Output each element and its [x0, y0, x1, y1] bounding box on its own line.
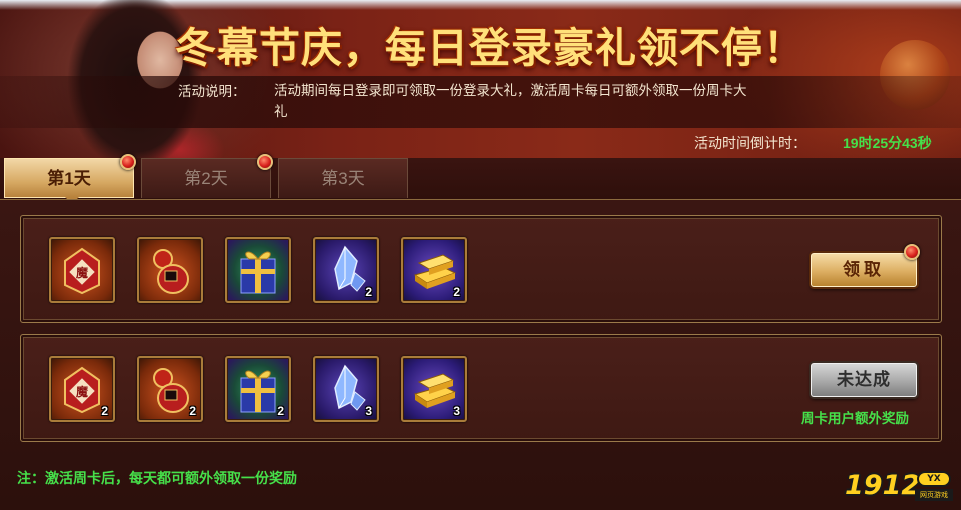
item-count: 2 [453, 285, 460, 299]
svg-text:魔: 魔 [76, 265, 89, 280]
reward-slot[interactable]: 2 [225, 356, 291, 422]
reward-slot[interactable] [137, 237, 203, 303]
svg-text:魔: 魔 [76, 384, 89, 399]
notification-dot-icon [257, 154, 273, 170]
item-count: 2 [189, 404, 196, 418]
notification-dot-icon [120, 154, 136, 170]
reward-slot[interactable]: 魔 2 [49, 356, 115, 422]
tab-day-2[interactable]: 第2天 [141, 158, 271, 198]
rewards-panel: 魔 2 2 领取 魔 2 2 2 3 3 未达成 周卡用户额外奖励 [0, 199, 961, 510]
notification-dot-icon [904, 244, 920, 260]
weekly-card-note: 周卡用户额外奖励 [801, 411, 909, 426]
countdown-timer: 19时25分43秒 [843, 135, 932, 151]
site-logo: 1912 YX 网页游戏 [845, 470, 955, 504]
reward-slot[interactable]: 2 [137, 356, 203, 422]
item-count: 2 [277, 404, 284, 418]
item-count: 3 [453, 404, 460, 418]
logo-badge: YX [917, 471, 951, 487]
tab-label: 第2天 [184, 169, 228, 188]
reward-slot[interactable]: 3 [401, 356, 467, 422]
item-count: 3 [365, 404, 372, 418]
countdown-label: 活动时间倒计时： [694, 135, 806, 151]
tab-label: 第3天 [321, 169, 365, 188]
reward-slot[interactable] [225, 237, 291, 303]
footnote: 注：激活周卡后，每天都可额外领取一份奖励 [17, 470, 297, 486]
daily-reward-row: 魔 2 2 领取 [20, 215, 942, 323]
event-title: 冬幕节庆，每日登录豪礼领不停！ [175, 24, 805, 72]
tab-day-1[interactable]: 第1天 [4, 158, 134, 204]
tab-day-3[interactable]: 第3天 [278, 158, 408, 198]
weekly-card-reward-row: 魔 2 2 2 3 3 未达成 周卡用户额外奖励 [20, 334, 942, 442]
event-banner: 冬幕节庆，每日登录豪礼领不停！ 活动说明： 活动期间每日登录即可领取一份登录大礼… [0, 0, 961, 158]
red-gourd-bag-icon [153, 249, 189, 294]
blue-gift-box-icon [240, 251, 276, 294]
reward-slot[interactable]: 3 [313, 356, 379, 422]
claim-button[interactable]: 领取 [811, 253, 917, 287]
description-text: 活动期间每日登录即可领取一份登录大礼，激活周卡每日可额外领取一份周卡大礼 [274, 83, 747, 119]
reward-slot[interactable]: 2 [401, 237, 467, 303]
item-count: 2 [365, 285, 372, 299]
reward-slot[interactable]: 2 [313, 237, 379, 303]
item-count: 2 [101, 404, 108, 418]
tab-label: 第1天 [47, 169, 91, 188]
logo-text: 1912 [845, 470, 921, 501]
reward-slot[interactable]: 魔 [49, 237, 115, 303]
not-achieved-button[interactable]: 未达成 [811, 363, 917, 397]
description-label: 活动说明： [178, 84, 246, 99]
red-seal-pouch-icon: 魔 [64, 247, 100, 295]
logo-subtitle: 网页游戏 [915, 489, 953, 501]
